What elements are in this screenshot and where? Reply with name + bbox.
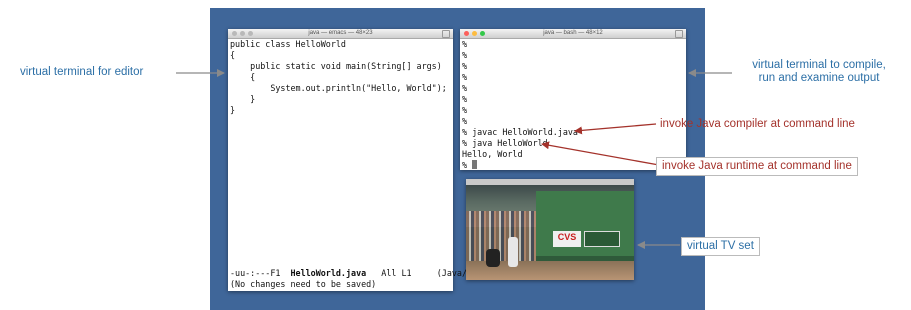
crowd	[466, 211, 536, 261]
tv-annotation: virtual TV set	[681, 237, 760, 256]
terminal-text: % % % % % % % % % javac HelloWorld.java …	[462, 39, 578, 170]
compile-annotation-line2: run and examine output	[758, 72, 880, 84]
virtual-tv-video[interactable]: CVS	[466, 179, 634, 280]
mode-line-position: All L1 (Java/l	[366, 268, 473, 278]
terminal-cursor	[472, 160, 478, 169]
bash-window-title: java — bash — 48×12	[543, 30, 603, 36]
mode-line-status: -uu-:---F1	[230, 268, 291, 278]
emacs-mode-line: -uu-:---F1 HelloWorld.java All L1 (Java/…	[230, 268, 472, 279]
emacs-title-bar[interactable]: java — emacs — 48×23	[228, 29, 453, 39]
toolbar-toggle-icon[interactable]	[675, 30, 683, 38]
editor-annotation: virtual terminal for editor	[20, 66, 144, 78]
bash-terminal-window[interactable]: java — bash — 48×12 % % % % % % % % % ja…	[460, 29, 686, 170]
compile-output-annotation: virtual terminal to compile, run and exa…	[734, 59, 904, 85]
emacs-window-title: java — emacs — 48×23	[308, 30, 373, 36]
toolbar-toggle-icon[interactable]	[442, 30, 450, 38]
emacs-minibuffer: (No changes need to be saved)	[230, 279, 377, 289]
mode-line-filename: HelloWorld.java	[290, 268, 367, 278]
bash-title-bar[interactable]: java — bash — 48×12	[460, 29, 686, 39]
runtime-annotation: invoke Java runtime at command line	[656, 157, 858, 176]
terminal-output[interactable]: % % % % % % % % % javac HelloWorld.java …	[462, 39, 578, 171]
scoreboard	[584, 231, 620, 247]
batter-figure	[508, 237, 518, 267]
cvs-sign: CVS	[553, 231, 581, 247]
emacs-terminal-window[interactable]: java — emacs — 48×23 public class HelloW…	[228, 29, 472, 291]
compile-annotation-line1: virtual terminal to compile,	[752, 59, 886, 71]
editor-source-code[interactable]: public class HelloWorld { public static …	[230, 39, 447, 116]
video-title-bar	[466, 179, 634, 185]
catcher-figure	[486, 249, 500, 267]
compiler-annotation: invoke Java compiler at command line	[660, 118, 855, 130]
